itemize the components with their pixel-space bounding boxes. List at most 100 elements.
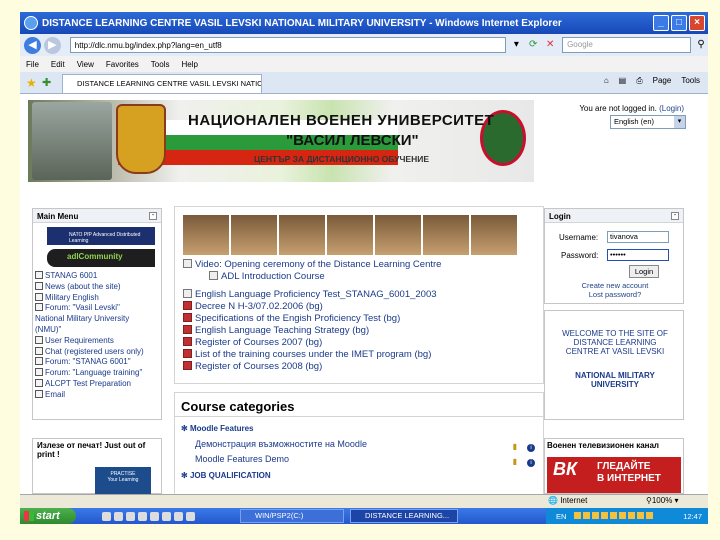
system-tray: EN 12:47 [546, 508, 708, 524]
search-input[interactable]: Google [562, 37, 692, 53]
start-button[interactable]: start [20, 508, 76, 524]
menu-item[interactable]: News (about the site) [35, 281, 161, 293]
menu-item[interactable]: Email [35, 389, 161, 401]
coat-of-arms-icon [116, 104, 166, 174]
main-menu-list: STANAG 6001 News (about the site) Milita… [35, 271, 161, 401]
menu-item-continued[interactable]: National Military University [35, 314, 161, 325]
username-field[interactable]: tivanova [607, 231, 669, 243]
dropdown-icon[interactable]: ▾ [509, 38, 523, 52]
tv-banner-image[interactable]: ВК ГЛЕДАЙТЕ В ИНТЕРНЕТ [547, 457, 681, 493]
taskbar: start WIN/PSP2(C:) DISTANCE LEARNING... … [20, 508, 708, 524]
print-icon[interactable]: ⎙ [636, 76, 642, 86]
intro-course-link[interactable]: ADL Introduction Course [183, 271, 543, 283]
ad-title: Излезе от печат! Just out of print ! [37, 441, 146, 459]
url-text: http://dlc.nmu.bg/index.php?lang=en_utf8 [74, 40, 222, 50]
doc-link[interactable]: Specifications of the Engish Proficiency… [183, 313, 543, 325]
language-indicator[interactable]: EN [556, 512, 566, 521]
welcome-text: WELCOME TO THE SITE OF DISTANCE LEARNING… [562, 329, 668, 356]
book-ad-block: Излезе от печат! Just out of print ! PRA… [32, 438, 162, 494]
title-bar: DISTANCE LEARNING CENTRE VASIL LEVSKI NA… [20, 12, 708, 34]
menu-item[interactable]: User Requirements [35, 335, 161, 347]
lost-password-link[interactable]: Lost password? [545, 290, 685, 299]
back-icon[interactable]: ◀ [24, 36, 41, 54]
tv-title: Военен телевизионен канал [547, 441, 660, 450]
refresh-icon[interactable]: ⟳ [526, 38, 540, 52]
menu-item[interactable]: STANAG 6001 [35, 271, 161, 282]
doc-link[interactable]: List of the training courses under the I… [183, 349, 543, 361]
banner-caption: ЦЕНТЪР ЗА ДИСТАНЦИОННО ОБУЧЕНИЕ [254, 154, 430, 164]
menu-item[interactable]: Military English [35, 292, 161, 304]
menu-tools[interactable]: Tools [151, 60, 170, 69]
resource-links: Video: Opening ceremony of the Distance … [183, 259, 543, 373]
category-list: ✻ Moodle Features Демонстрация възможнос… [181, 421, 537, 483]
book-cover-image[interactable]: PRACTISE Your Learning [95, 467, 151, 494]
windows-logo-icon [24, 511, 34, 521]
forward-icon[interactable]: ▶ [43, 36, 61, 54]
favorites-star-icon[interactable]: ★ [26, 76, 37, 90]
doc-link[interactable]: English Language Teaching Strategy (bg) [183, 325, 543, 337]
zoom-level[interactable]: ⚲100% ▾ [646, 496, 679, 505]
browser-window: DISTANCE LEARNING CENTRE VASIL LEVSKI NA… [20, 12, 708, 524]
clock: 12:47 [683, 512, 702, 521]
menu-view[interactable]: View [77, 60, 94, 69]
menu-help[interactable]: Help [181, 60, 197, 69]
slide-frame: DISTANCE LEARNING CENTRE VASIL LEVSKI NA… [0, 0, 720, 540]
web-page: НАЦИОНАЛЕН ВОЕНЕН УНИВЕРСИТЕТ "ВАСИЛ ЛЕВ… [20, 94, 708, 494]
collapse-icon[interactable]: - [149, 212, 157, 220]
category-item[interactable]: ✻ Moodle Features [181, 421, 537, 437]
tv-logo: ВК [553, 459, 578, 479]
doc-link[interactable]: Register of Courses 2007 (bg) [183, 337, 543, 349]
categories-title: Course categories [175, 393, 543, 417]
course-item[interactable]: Moodle Features Demo ▮ i [181, 452, 537, 468]
taskbar-ie[interactable]: DISTANCE LEARNING... [350, 509, 458, 523]
menu-favorites[interactable]: Favorites [106, 60, 139, 69]
menu-item[interactable]: Forum: "Language training" [35, 368, 161, 379]
doc-link[interactable]: Register of Courses 2008 (bg) [183, 361, 543, 373]
feeds-icon[interactable]: ▤ [619, 76, 627, 86]
login-status: You are not logged in. (Login) [579, 104, 684, 113]
block-title: Main Menu [37, 212, 79, 221]
adl-community-logo[interactable]: adlCommunity [47, 249, 155, 267]
tab-dlc[interactable]: DISTANCE LEARNING CENTRE VASIL LEVSKI NA… [62, 74, 262, 93]
course-item[interactable]: Демонстрация възможностите на Moodle ▮ i [181, 437, 537, 453]
login-link[interactable]: (Login) [659, 104, 684, 113]
menu-edit[interactable]: Edit [51, 60, 65, 69]
nato-pfp-logo[interactable]: NATO PfP Advanced Distributed Learning [47, 227, 155, 245]
chevron-down-icon: ▾ [674, 116, 685, 128]
address-toolbar: ◀ ▶ http://dlc.nmu.bg/index.php?lang=en_… [20, 34, 708, 56]
video-link[interactable]: Video: Opening ceremony of the Distance … [183, 259, 543, 271]
taskbar-explorer[interactable]: WIN/PSP2(C:) [240, 509, 344, 523]
menu-file[interactable]: File [26, 60, 39, 69]
guest-access-icon: ▮ [512, 457, 517, 466]
doc-link[interactable]: English Language Proficiency Test_STANAG… [183, 289, 543, 301]
menu-item[interactable]: ALCPT Test Preparation [35, 378, 161, 390]
search-icon[interactable]: ⚲ [694, 38, 708, 52]
stop-icon[interactable]: ✕ [543, 38, 557, 52]
page-menu[interactable]: Page [653, 76, 672, 86]
login-button[interactable]: Login [629, 265, 659, 278]
home-icon[interactable]: ⌂ [604, 76, 609, 86]
password-label: Password: [561, 251, 599, 260]
ie-icon [24, 16, 38, 30]
address-input[interactable]: http://dlc.nmu.bg/index.php?lang=en_utf8 [69, 37, 507, 53]
category-item[interactable]: ✻ JOB QUALIFICATION [181, 468, 537, 484]
add-favorite-icon[interactable]: ✚ [42, 76, 51, 89]
soldiers-photo [32, 102, 112, 180]
menu-item[interactable]: Chat (registered users only) [35, 346, 161, 358]
window-title: DISTANCE LEARNING CENTRE VASIL LEVSKI NA… [42, 17, 562, 29]
doc-link[interactable]: Decree N H-3/07.02.2006 (bg) [183, 301, 543, 313]
create-account-link[interactable]: Create new account [545, 281, 685, 290]
password-field[interactable]: •••••• [607, 249, 669, 261]
menu-item-continued[interactable]: (NMU)" [35, 325, 161, 336]
close-button[interactable]: × [689, 15, 705, 31]
minimize-button[interactable]: _ [653, 15, 669, 31]
login-block: Login - Username: tivanova Password: ••••… [544, 208, 684, 304]
maximize-button[interactable]: □ [671, 15, 687, 31]
tools-menu[interactable]: Tools [681, 76, 700, 86]
collapse-icon[interactable]: - [671, 212, 679, 220]
menu-item[interactable]: Forum: "STANAG 6001" [35, 357, 161, 368]
tab-row: ★ ✚ DISTANCE LEARNING CENTRE VASIL LEVSK… [20, 72, 708, 94]
menu-item[interactable]: Forum: "Vasil Levski" [35, 303, 161, 314]
language-select[interactable]: English (en) ▾ [610, 115, 686, 129]
center-content-block: Video: Opening ceremony of the Distance … [174, 206, 544, 384]
